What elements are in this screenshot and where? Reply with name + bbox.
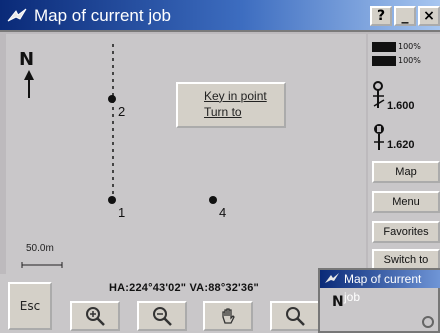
north-label: N bbox=[19, 49, 35, 70]
point-marker[interactable] bbox=[108, 95, 116, 103]
pan-icon bbox=[222, 308, 235, 324]
point-marker[interactable] bbox=[209, 196, 217, 204]
north-arrow-icon bbox=[24, 70, 34, 98]
target-height-value: 1.600 bbox=[387, 100, 415, 112]
mini-app-icon bbox=[325, 273, 339, 283]
mini-north-label: N bbox=[332, 294, 344, 310]
zoom-extents-icon bbox=[286, 307, 305, 326]
zoom-out-icon bbox=[153, 307, 172, 326]
instrument-height-value: 1.620 bbox=[387, 139, 415, 151]
target-icon bbox=[373, 81, 385, 108]
turn-to-menu-item[interactable]: Turn to bbox=[204, 104, 284, 120]
point-label: 4 bbox=[219, 205, 227, 220]
angle-readout: HA:224°43'02" VA:88°32'36" bbox=[109, 282, 259, 294]
gear-icon bbox=[422, 316, 434, 328]
esc-button[interactable]: Esc bbox=[8, 282, 52, 330]
map-button[interactable]: Map bbox=[372, 161, 440, 183]
favorites-button[interactable]: Favorites bbox=[372, 221, 440, 243]
battery2-level: 100% bbox=[398, 56, 421, 65]
scale-label: 50.0m bbox=[26, 243, 54, 254]
battery1-icon bbox=[372, 42, 396, 52]
zoom-in-icon bbox=[86, 307, 105, 326]
scale-bar bbox=[21, 262, 63, 268]
mini-map-window[interactable]: Map of current job N bbox=[318, 268, 440, 333]
key-in-point-menu-item[interactable]: Key in point bbox=[204, 88, 284, 104]
point-marker[interactable] bbox=[108, 196, 116, 204]
battery1-level: 100% bbox=[398, 42, 421, 51]
point-label: 1 bbox=[118, 205, 126, 220]
zoom-out-button[interactable] bbox=[137, 301, 187, 331]
instrument-icon bbox=[374, 124, 384, 150]
zoom-in-button[interactable] bbox=[70, 301, 120, 331]
context-menu: Key in point Turn to bbox=[176, 82, 286, 128]
zoom-extents-button[interactable] bbox=[270, 301, 320, 331]
map-window: Map of current job ? _ × N 2 1 4 Key in … bbox=[0, 0, 440, 333]
pan-button[interactable] bbox=[203, 301, 253, 331]
point-label: 2 bbox=[118, 104, 126, 119]
battery2-icon bbox=[372, 56, 396, 66]
menu-button[interactable]: Menu bbox=[372, 191, 440, 213]
